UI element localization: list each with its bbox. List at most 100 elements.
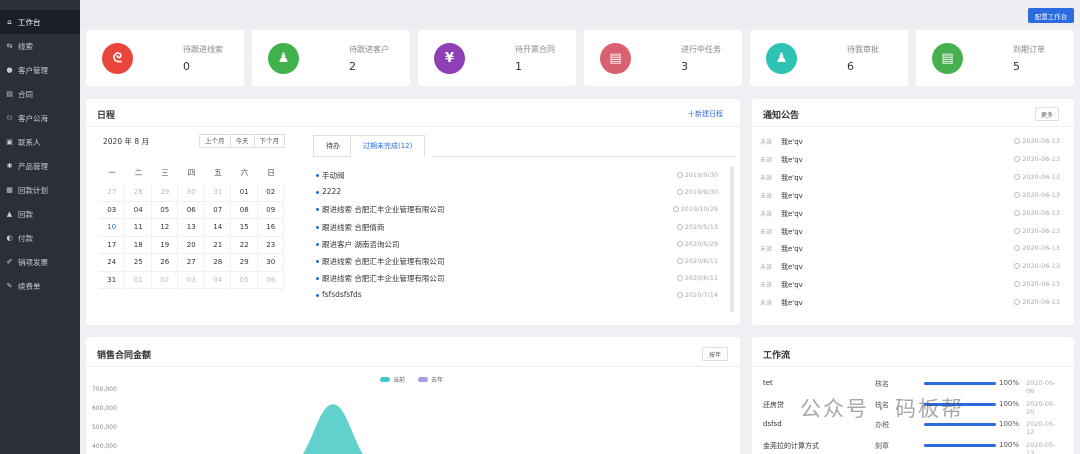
sidebar-item-7[interactable]: ▦ 回款计划 xyxy=(0,178,80,202)
sidebar-item-3[interactable]: ▤ 合同 xyxy=(0,82,80,106)
calendar-day[interactable]: 26 xyxy=(152,254,179,272)
sidebar-item-0[interactable]: ⌂ 工作台 xyxy=(0,10,80,34)
notice-item[interactable]: 未读 我e'qv 2020-06-13 xyxy=(760,188,1060,206)
notice-date-text: 2020-06-13 xyxy=(1022,280,1060,289)
weekday-label: 一 xyxy=(108,168,116,177)
calendar-day[interactable]: 18 xyxy=(125,236,152,254)
calendar-day[interactable]: 28 xyxy=(125,184,152,202)
calendar-day[interactable]: 28 xyxy=(205,254,232,272)
calendar-day[interactable]: 27 xyxy=(99,184,126,202)
task-item[interactable]: fsfsdsfsfds 2020/7/14 xyxy=(316,288,720,305)
calendar-day[interactable]: 20 xyxy=(178,236,205,254)
calendar-day[interactable]: 14 xyxy=(205,219,232,237)
notice-item[interactable]: 未读 我e'qv 2020-06-13 xyxy=(760,224,1060,242)
calendar-day[interactable]: 16 xyxy=(258,219,285,237)
sidebar-item-1[interactable]: ⇆ 线索 xyxy=(0,34,80,58)
tab-overdue[interactable]: 过期未完成(12) xyxy=(350,135,426,157)
notice-item[interactable]: 未读 我e'qv 2020-06-13 xyxy=(760,134,1060,152)
calendar-day[interactable]: 04 xyxy=(205,271,232,289)
prev-month-button[interactable]: 上个月 xyxy=(200,135,231,147)
task-scrollbar[interactable] xyxy=(730,166,734,312)
task-item[interactable]: 跟进客户 湖南咨询公司 2020/5/29 xyxy=(316,237,720,254)
calendar-day[interactable]: 17 xyxy=(99,236,126,254)
calendar-day[interactable]: 25 xyxy=(125,254,152,272)
calendar-day[interactable]: 06 xyxy=(258,271,285,289)
calendar-day[interactable]: 29 xyxy=(231,254,258,272)
stat-card[interactable]: ᘓ 待跟进线索 0 xyxy=(86,30,244,86)
calendar-day[interactable]: 06 xyxy=(178,201,205,219)
calendar-day[interactable]: 13 xyxy=(178,219,205,237)
calendar-day[interactable]: 31 xyxy=(99,271,126,289)
calendar-day[interactable]: 31 xyxy=(205,184,232,202)
task-item[interactable]: 跟进线索 合肥倩商 2020/5/13 xyxy=(316,220,720,237)
notice-date-text: 2020-06-13 xyxy=(1022,226,1060,235)
calendar-day[interactable]: 19 xyxy=(152,236,179,254)
stat-card[interactable]: ♟ 待跟进客户 2 xyxy=(252,30,410,86)
calendar-day[interactable]: 23 xyxy=(258,236,285,254)
task-item[interactable]: 跟进线索 合肥汇丰企业管理有限公司 2020/6/11 xyxy=(316,254,720,271)
sidebar-item-2[interactable]: ● 客户管理 xyxy=(0,58,80,82)
calendar-day[interactable]: 30 xyxy=(178,184,205,202)
calendar-day[interactable]: 10 xyxy=(99,219,126,237)
notice-item[interactable]: 未读 我e'qv 2020-06-13 xyxy=(760,206,1060,224)
sidebar-item-5[interactable]: ▣ 联系人 xyxy=(0,130,80,154)
today-button[interactable]: 今天 xyxy=(231,135,255,147)
divider xyxy=(752,366,1074,367)
task-item[interactable]: 跟进线索 合肥汇丰企业管理有限公司 2020/6/11 xyxy=(316,271,720,288)
sidebar-item-10[interactable]: ✐ 销项发票 xyxy=(0,250,80,274)
config-workbench-button[interactable]: 配置工作台 xyxy=(1028,8,1074,23)
notice-status: 未读 xyxy=(760,174,773,182)
calendar-day[interactable]: 15 xyxy=(231,219,258,237)
calendar-day[interactable]: 30 xyxy=(258,254,285,272)
calendar-day[interactable]: 01 xyxy=(231,184,258,202)
top-bar: 配置工作台 xyxy=(80,0,1080,28)
workflow-item[interactable]: 金莞拉的计算方式 刻章 100% 2020-05-13 xyxy=(763,437,1063,454)
calendar-day[interactable]: 05 xyxy=(152,201,179,219)
notice-more-button[interactable]: 更多 xyxy=(1035,107,1059,121)
calendar-day[interactable]: 08 xyxy=(231,201,258,219)
new-schedule-link[interactable]: 十新建日程 xyxy=(688,109,723,119)
calendar-day[interactable]: 24 xyxy=(99,254,126,272)
notice-item[interactable]: 未读 我e'qv 2020-06-13 xyxy=(760,277,1060,295)
divider xyxy=(86,366,740,367)
calendar-day[interactable]: 09 xyxy=(258,201,285,219)
calendar-day[interactable]: 22 xyxy=(231,236,258,254)
tab-todo[interactable]: 待办 xyxy=(313,135,353,157)
sidebar-item-4[interactable]: ⚇ 客户公海 xyxy=(0,106,80,130)
sidebar-item-9[interactable]: ◐ 付款 xyxy=(0,226,80,250)
sidebar-item-6[interactable]: ✱ 产品管理 xyxy=(0,154,80,178)
notice-item[interactable]: 未读 我e'qv 2020-06-13 xyxy=(760,170,1060,188)
calendar-day[interactable]: 01 xyxy=(125,271,152,289)
notice-date-text: 2020-06-13 xyxy=(1022,208,1060,217)
calendar-day[interactable]: 03 xyxy=(178,271,205,289)
calendar-day[interactable]: 04 xyxy=(125,201,152,219)
progress-fill xyxy=(924,423,996,426)
notice-item[interactable]: 未读 我e'qv 2020-06-13 xyxy=(760,152,1060,170)
stat-card[interactable]: ¥ 待开票合同 1 xyxy=(418,30,576,86)
next-month-button[interactable]: 下个月 xyxy=(255,135,285,147)
workflow-progress-bar xyxy=(924,423,996,426)
notice-item[interactable]: 未读 我e'qv 2020-06-13 xyxy=(760,241,1060,259)
stat-card[interactable]: ▤ 进行中任务 3 xyxy=(584,30,742,86)
calendar-day[interactable]: 21 xyxy=(205,236,232,254)
workflow-item[interactable]: tet 核名 100% 2020-06-06 xyxy=(763,375,1063,395)
notice-item[interactable]: 未读 我e'qv 2020-06-13 xyxy=(760,295,1060,313)
stat-card[interactable]: ▤ 到期订单 5 xyxy=(916,30,1074,86)
calendar-day[interactable]: 11 xyxy=(125,219,152,237)
sidebar-item-11[interactable]: ✎ 续费单 xyxy=(0,274,80,298)
calendar-day[interactable]: 05 xyxy=(231,271,258,289)
stat-card[interactable]: ♟ 待我审批 6 xyxy=(750,30,908,86)
task-item[interactable]: 2222 2019/9/30 xyxy=(316,185,720,202)
task-item[interactable]: 跟进线索 合肥汇丰企业管理有限公司 2019/10/29 xyxy=(316,202,720,219)
calendar-day[interactable]: 12 xyxy=(152,219,179,237)
calendar-day[interactable]: 03 xyxy=(99,201,126,219)
calendar-day[interactable]: 07 xyxy=(205,201,232,219)
notice-item[interactable]: 未读 我e'qv 2020-06-13 xyxy=(760,259,1060,277)
calendar-day[interactable]: 02 xyxy=(152,271,179,289)
sidebar-item-8[interactable]: ▲ 回款 xyxy=(0,202,80,226)
calendar-day[interactable]: 27 xyxy=(178,254,205,272)
calendar-day[interactable]: 02 xyxy=(258,184,285,202)
sales-toggle-button[interactable]: 按年 xyxy=(702,347,728,361)
task-item[interactable]: 手动阀 2019/9/30 xyxy=(316,168,720,185)
calendar-day[interactable]: 29 xyxy=(152,184,179,202)
